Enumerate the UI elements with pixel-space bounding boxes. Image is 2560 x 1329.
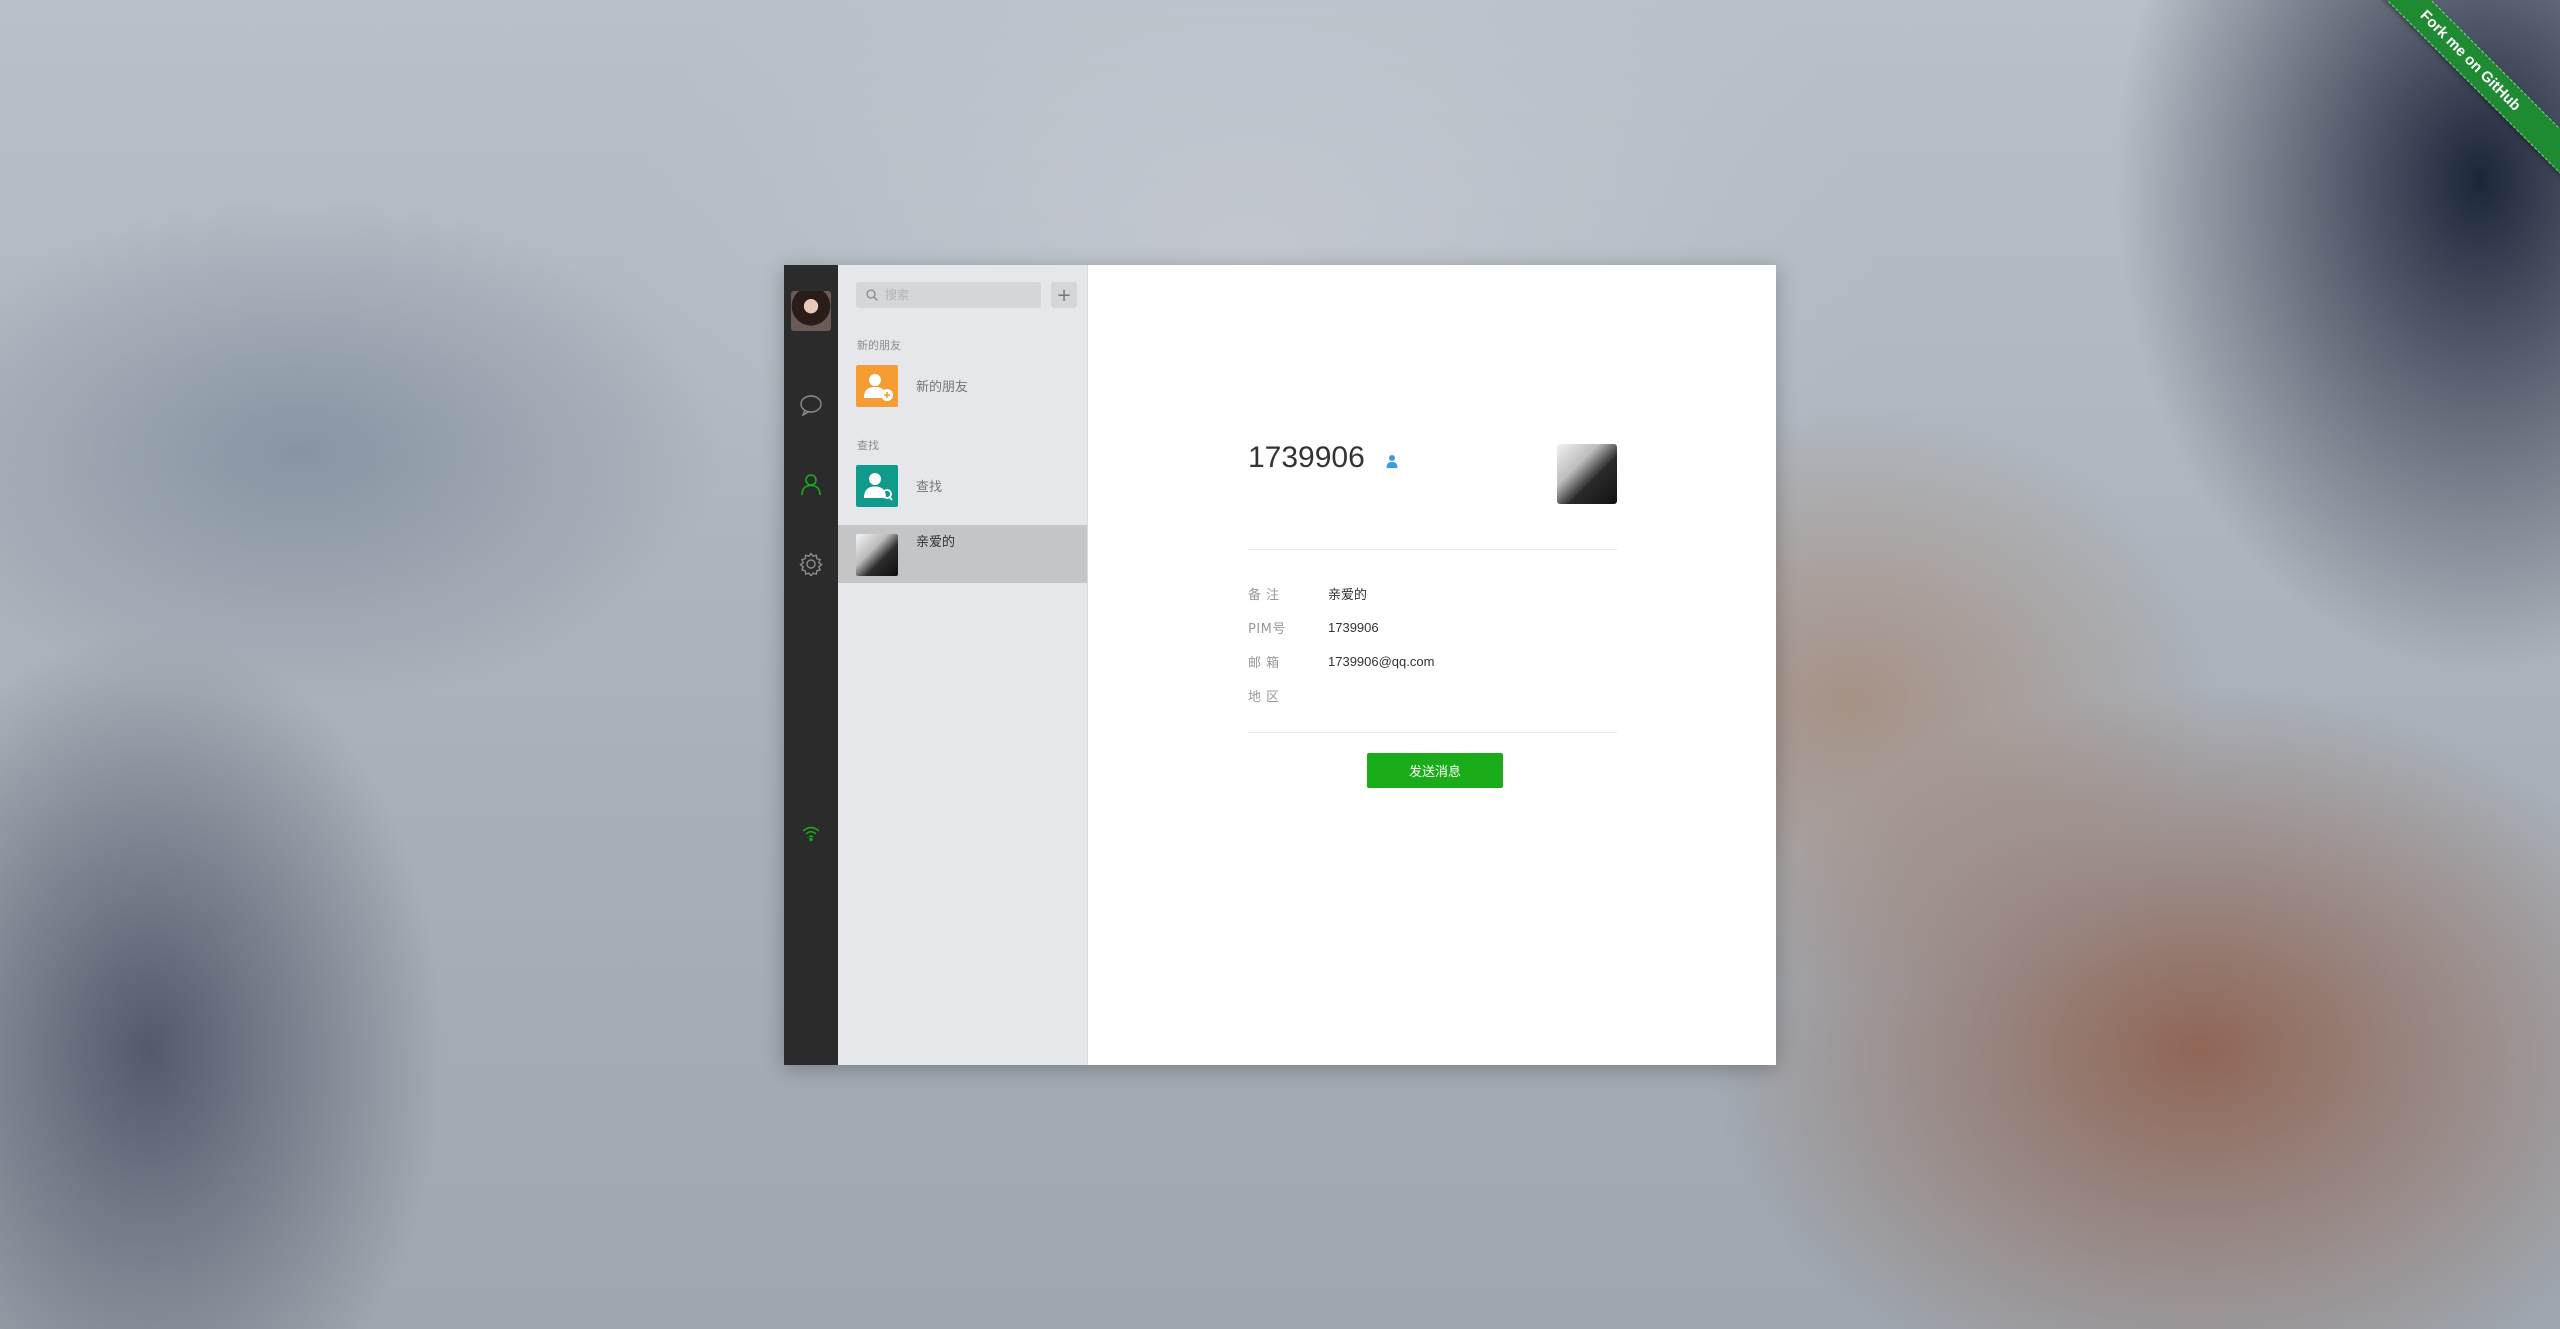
- chat-app-window: + 新的朋友 新的朋友 查找: [784, 265, 1776, 1065]
- settings-icon[interactable]: [799, 552, 823, 576]
- info-value: 1739906@qq.com: [1328, 653, 1435, 669]
- profile-avatar[interactable]: [1557, 444, 1617, 504]
- info-value: 亲爱的: [1328, 586, 1368, 602]
- info-row-pim: PIM号 1739906: [1248, 616, 1379, 638]
- find-friends-icon: [856, 465, 898, 507]
- add-contact-button[interactable]: +: [1051, 282, 1077, 308]
- contacts-icon[interactable]: [799, 472, 823, 496]
- new-friends-icon: [856, 365, 898, 407]
- info-label: 邮 箱: [1248, 655, 1280, 671]
- list-item-new-friends[interactable]: 新的朋友: [838, 356, 1087, 414]
- divider: [1248, 549, 1617, 550]
- group-label-search: 查找: [857, 439, 879, 452]
- info-label: 备 注: [1248, 587, 1280, 603]
- chat-icon[interactable]: [799, 393, 823, 417]
- profile-name: 1739906: [1248, 441, 1365, 474]
- profile-detail-panel: 1739906 备 注 亲爱的 PIM号 1739906 邮 箱 1739906…: [1088, 265, 1776, 1065]
- group-label-new-friends: 新的朋友: [857, 339, 901, 352]
- info-label: 地 区: [1248, 689, 1280, 705]
- my-avatar[interactable]: [791, 291, 831, 331]
- info-label: PIM号: [1248, 621, 1286, 637]
- search-input[interactable]: [883, 287, 1037, 303]
- search-icon: [866, 289, 878, 301]
- wifi-icon: [799, 821, 823, 845]
- list-item-label: 查找: [916, 480, 943, 495]
- sidebar-nav: [784, 265, 838, 1065]
- send-message-button[interactable]: 发送消息: [1367, 753, 1503, 788]
- info-row-email: 邮 箱 1739906@qq.com: [1248, 650, 1434, 672]
- search-box[interactable]: [856, 282, 1041, 308]
- info-row-remark: 备 注 亲爱的: [1248, 582, 1367, 604]
- contact-name: 亲爱的: [916, 535, 956, 550]
- divider: [1248, 732, 1617, 733]
- info-row-region: 地 区: [1248, 684, 1328, 706]
- info-value: 1739906: [1328, 619, 1379, 635]
- person-icon: [1386, 455, 1398, 468]
- contact-item[interactable]: 亲爱的: [838, 525, 1087, 583]
- contact-avatar: [856, 534, 898, 576]
- contact-list-panel: + 新的朋友 新的朋友 查找: [838, 265, 1088, 1065]
- list-item-search[interactable]: 查找: [838, 456, 1087, 514]
- list-item-label: 新的朋友: [916, 380, 969, 395]
